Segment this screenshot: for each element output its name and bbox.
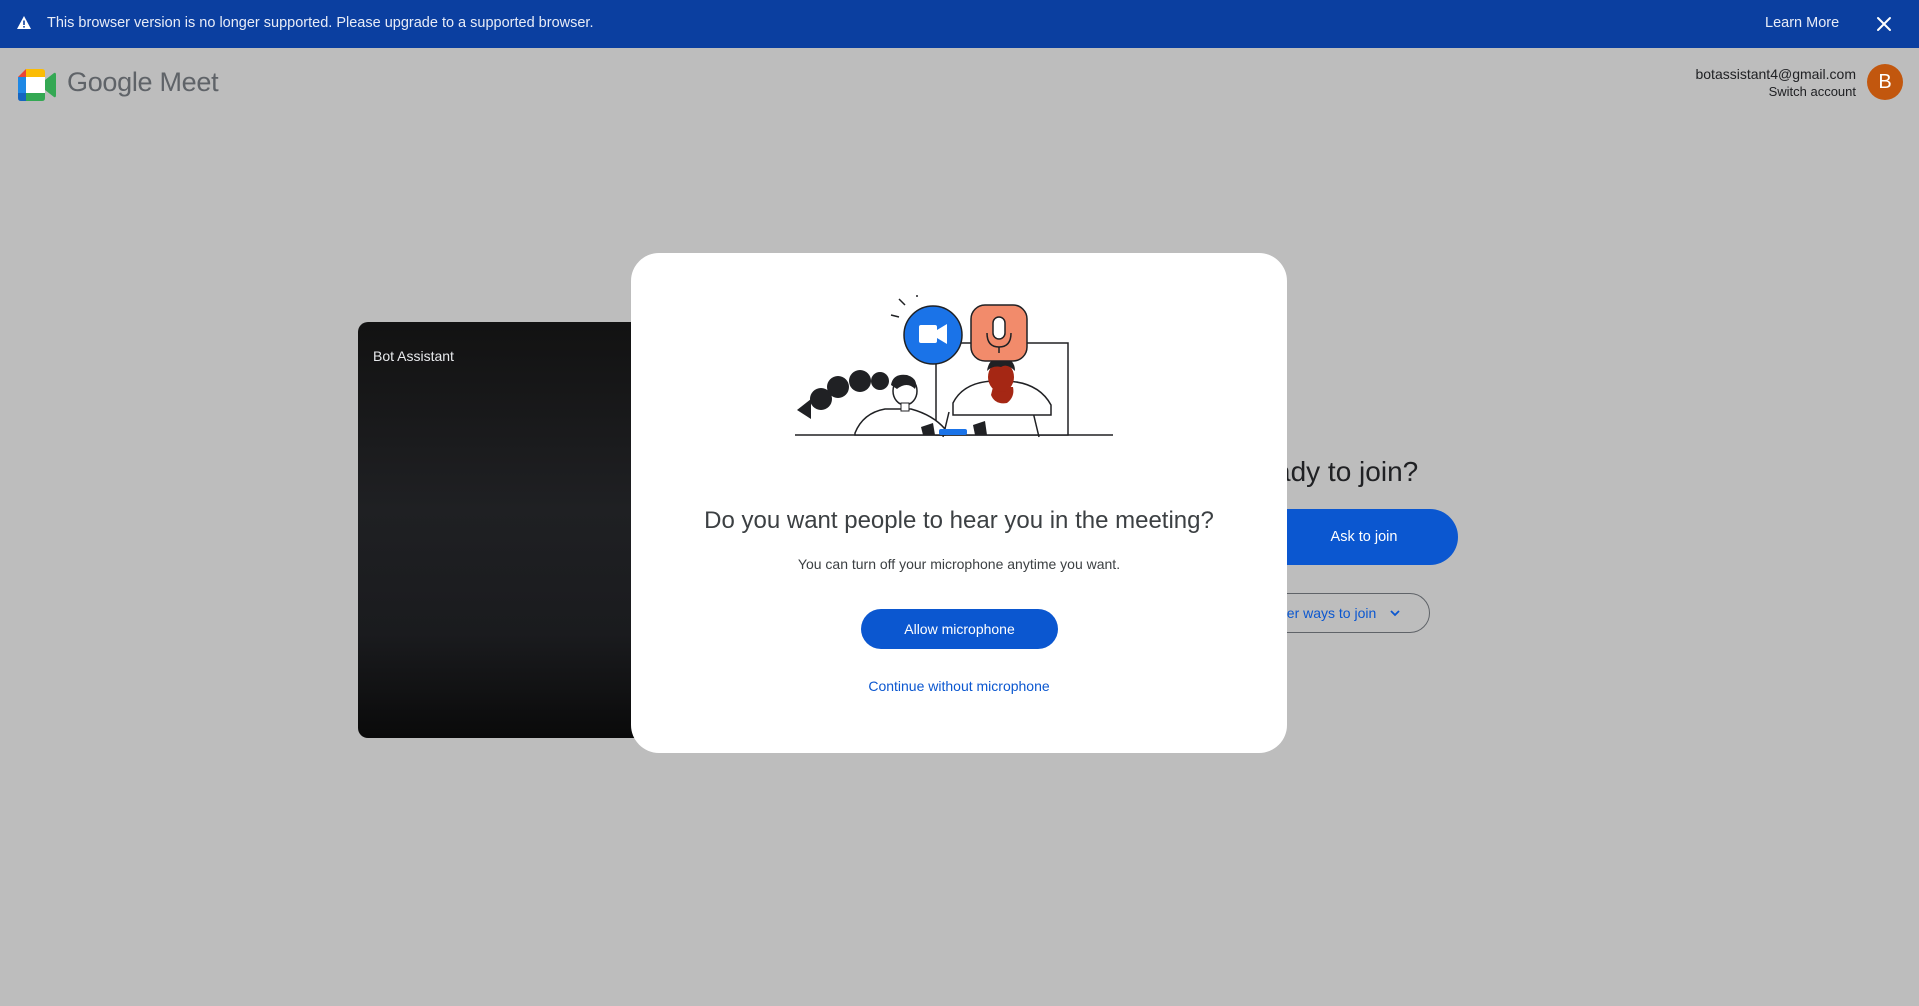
chevron-down-icon (1390, 610, 1400, 617)
preview-user-name: Bot Assistant (373, 348, 454, 364)
dialog-subtitle: You can turn off your microphone anytime… (797, 556, 1121, 572)
close-icon[interactable] (1873, 13, 1895, 35)
video-preview: Bot Assistant (358, 322, 658, 738)
unsupported-browser-banner: This browser version is no longer suppor… (0, 0, 1919, 48)
meeting-illustration (795, 295, 1113, 438)
brand-name: Google Meet (67, 67, 219, 97)
banner-message: This browser version is no longer suppor… (47, 15, 594, 31)
allow-microphone-button[interactable]: Allow microphone (861, 609, 1058, 649)
account-email: botassistant4@gmail.com (1695, 66, 1856, 82)
continue-without-microphone-button[interactable]: Continue without microphone (631, 678, 1287, 694)
learn-more-link[interactable]: Learn More (1765, 15, 1839, 31)
dialog-title: Do you want people to hear you in the me… (704, 507, 1214, 534)
microphone-permission-dialog: Do you want people to hear you in the me… (631, 253, 1287, 753)
other-ways-label: her ways to join (1279, 605, 1377, 621)
warning-icon (17, 16, 31, 29)
ready-to-join-heading: ady to join? (1275, 456, 1419, 487)
google-meet-logo-icon (18, 69, 56, 101)
avatar[interactable]: B (1867, 64, 1903, 100)
switch-account-link[interactable]: Switch account (1769, 84, 1856, 99)
